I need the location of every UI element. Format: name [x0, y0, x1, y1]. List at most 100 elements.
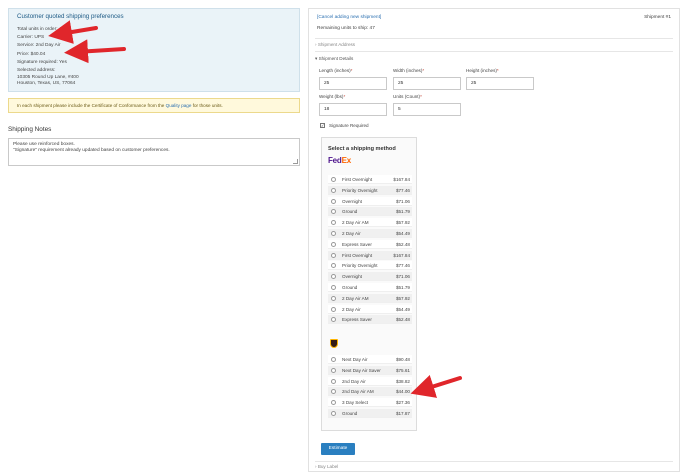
- fedex-option-row[interactable]: 2 Day Air $54.49: [328, 229, 412, 238]
- radio-button[interactable]: [331, 411, 336, 416]
- height-label: Height (inches)*: [466, 68, 499, 73]
- option-name: Ground: [342, 411, 358, 416]
- option-price: $44.00: [395, 389, 410, 395]
- radio-button[interactable]: [331, 220, 336, 226]
- option-name: Express Saver: [342, 241, 372, 247]
- signature-checkbox[interactable]: ✓: [320, 123, 325, 128]
- quality-page-link[interactable]: Quality page: [166, 103, 192, 108]
- units-label: Units (Count)*: [393, 94, 422, 99]
- radio-button[interactable]: [331, 357, 336, 362]
- option-price: $51.79: [395, 285, 410, 290]
- fedex-option-row[interactable]: Overnight $71.06: [328, 196, 412, 206]
- shipping-preferences-panel: Customer quoted shipping preferences Tot…: [8, 8, 300, 92]
- option-price: $167.84: [393, 252, 410, 258]
- shipment-form: [Cancel adding new shipment] Shipment #1…: [308, 8, 680, 472]
- length-input[interactable]: 25: [319, 77, 387, 90]
- required-mark: *: [350, 68, 353, 73]
- fedex-option-row[interactable]: Priority Overnight $77.46: [328, 261, 412, 271]
- height-input[interactable]: 25: [466, 77, 534, 90]
- fedex-option-row[interactable]: 2 Day Air AM $57.92: [328, 293, 412, 303]
- radio-button[interactable]: [331, 252, 336, 258]
- shipping-method-title: Select a shipping method: [328, 146, 396, 152]
- option-price: $17.87: [395, 411, 410, 416]
- option-price: $77.46: [395, 187, 410, 193]
- buy-label-toggle[interactable]: › Buy Label: [315, 464, 338, 469]
- weight-input[interactable]: 18: [319, 103, 387, 116]
- option-name: Next Day Air Saver: [342, 367, 381, 373]
- option-name: Priority Overnight: [342, 187, 378, 193]
- option-name: Ground: [342, 285, 358, 290]
- fedex-option-row[interactable]: Priority Overnight $77.46: [328, 185, 412, 195]
- shipment-details-toggle[interactable]: ▾ Shipment Details: [315, 56, 353, 62]
- fedex-option-row[interactable]: First Overnight $167.84: [328, 250, 412, 260]
- option-price: $71.06: [395, 274, 410, 280]
- option-name: Ground: [342, 209, 358, 215]
- radio-button[interactable]: [331, 389, 336, 395]
- radio-button[interactable]: [331, 295, 336, 301]
- radio-button[interactable]: [331, 198, 336, 204]
- divider: [315, 51, 673, 52]
- remaining-units: Remaining units to ship: 47: [317, 26, 375, 31]
- radio-button[interactable]: [331, 306, 336, 312]
- ups-option-row[interactable]: Next Day Air $90.48: [328, 355, 412, 364]
- address-label: Selected address:: [17, 68, 56, 74]
- carrier: Carrier: UPS: [17, 35, 45, 41]
- resize-handle[interactable]: [293, 159, 298, 164]
- option-name: Overnight: [342, 274, 362, 280]
- option-price: $57.92: [395, 220, 410, 226]
- units-input[interactable]: 5: [393, 103, 461, 116]
- option-price: $27.36: [395, 400, 410, 406]
- radio-button[interactable]: [331, 274, 336, 280]
- divider: [315, 461, 673, 462]
- radio-button[interactable]: [331, 317, 336, 323]
- fedex-option-row[interactable]: Ground $51.79: [328, 283, 412, 292]
- fedex-option-row[interactable]: First Overnight $167.84: [328, 175, 412, 184]
- option-name: Express Saver: [342, 317, 372, 323]
- notice-text-before: In each shipment please include the Cert…: [17, 103, 166, 108]
- option-name: 2nd Day Air: [342, 378, 366, 384]
- ups-option-row[interactable]: 2nd Day Air $38.82: [328, 376, 412, 386]
- radio-button[interactable]: [331, 241, 336, 247]
- radio-button[interactable]: [331, 367, 336, 373]
- length-label: Length (inches)*: [319, 68, 353, 73]
- option-price: $90.48: [395, 357, 410, 362]
- shipping-notes-textarea[interactable]: Please use reinforced boxes. "Signature"…: [8, 138, 300, 166]
- radio-button[interactable]: [331, 209, 336, 215]
- width-input[interactable]: 25: [393, 77, 461, 90]
- shipment-address-toggle[interactable]: › Shipment Address: [315, 42, 355, 47]
- fedex-option-row[interactable]: 2 Day Air AM $57.92: [328, 218, 412, 228]
- option-price: $51.79: [395, 209, 410, 215]
- option-name: 2nd Day Air AM: [342, 389, 374, 395]
- fedex-option-row[interactable]: 2 Day Air $54.49: [328, 304, 412, 314]
- option-name: Priority Overnight: [342, 263, 378, 269]
- ups-option-row[interactable]: 2nd Day Air AM $44.00: [328, 387, 412, 397]
- signature-required-label: Signature Required: [329, 123, 369, 128]
- option-name: 3 Day Select: [342, 400, 369, 406]
- ups-option-row[interactable]: Next Day Air Saver $75.61: [328, 365, 412, 375]
- option-name: 2 Day Air: [342, 231, 361, 236]
- divider: [315, 38, 673, 39]
- width-label: Width (inches)*: [393, 68, 425, 73]
- radio-button[interactable]: [331, 400, 336, 406]
- chevron-right-icon: ›: [315, 464, 317, 469]
- preferences-title: Customer quoted shipping preferences: [17, 13, 124, 20]
- radio-button[interactable]: [331, 378, 336, 384]
- shipment-address-label: Shipment Address: [317, 42, 356, 47]
- estimate-button[interactable]: Estimate: [321, 443, 355, 455]
- fedex-option-row[interactable]: Overnight $71.06: [328, 272, 412, 282]
- fedex-option-row[interactable]: Express Saver $52.48: [328, 239, 412, 249]
- cancel-shipment-link[interactable]: [Cancel adding new shipment]: [317, 15, 381, 20]
- radio-button[interactable]: [331, 177, 336, 182]
- radio-button[interactable]: [331, 231, 336, 236]
- notes-line-2: "Signature" requirement already updated …: [13, 148, 170, 153]
- ups-option-row[interactable]: 3 Day Select $27.36: [328, 398, 412, 408]
- fedex-option-row[interactable]: Express Saver $52.48: [328, 315, 412, 325]
- shipment-number: Shipment #1: [644, 15, 671, 20]
- option-price: $71.06: [395, 198, 410, 204]
- radio-button[interactable]: [331, 187, 336, 193]
- fedex-option-row[interactable]: Ground $51.79: [328, 207, 412, 217]
- ups-option-row[interactable]: Ground $17.87: [328, 409, 412, 418]
- required-mark: *: [343, 94, 346, 99]
- radio-button[interactable]: [331, 285, 336, 290]
- radio-button[interactable]: [331, 263, 336, 269]
